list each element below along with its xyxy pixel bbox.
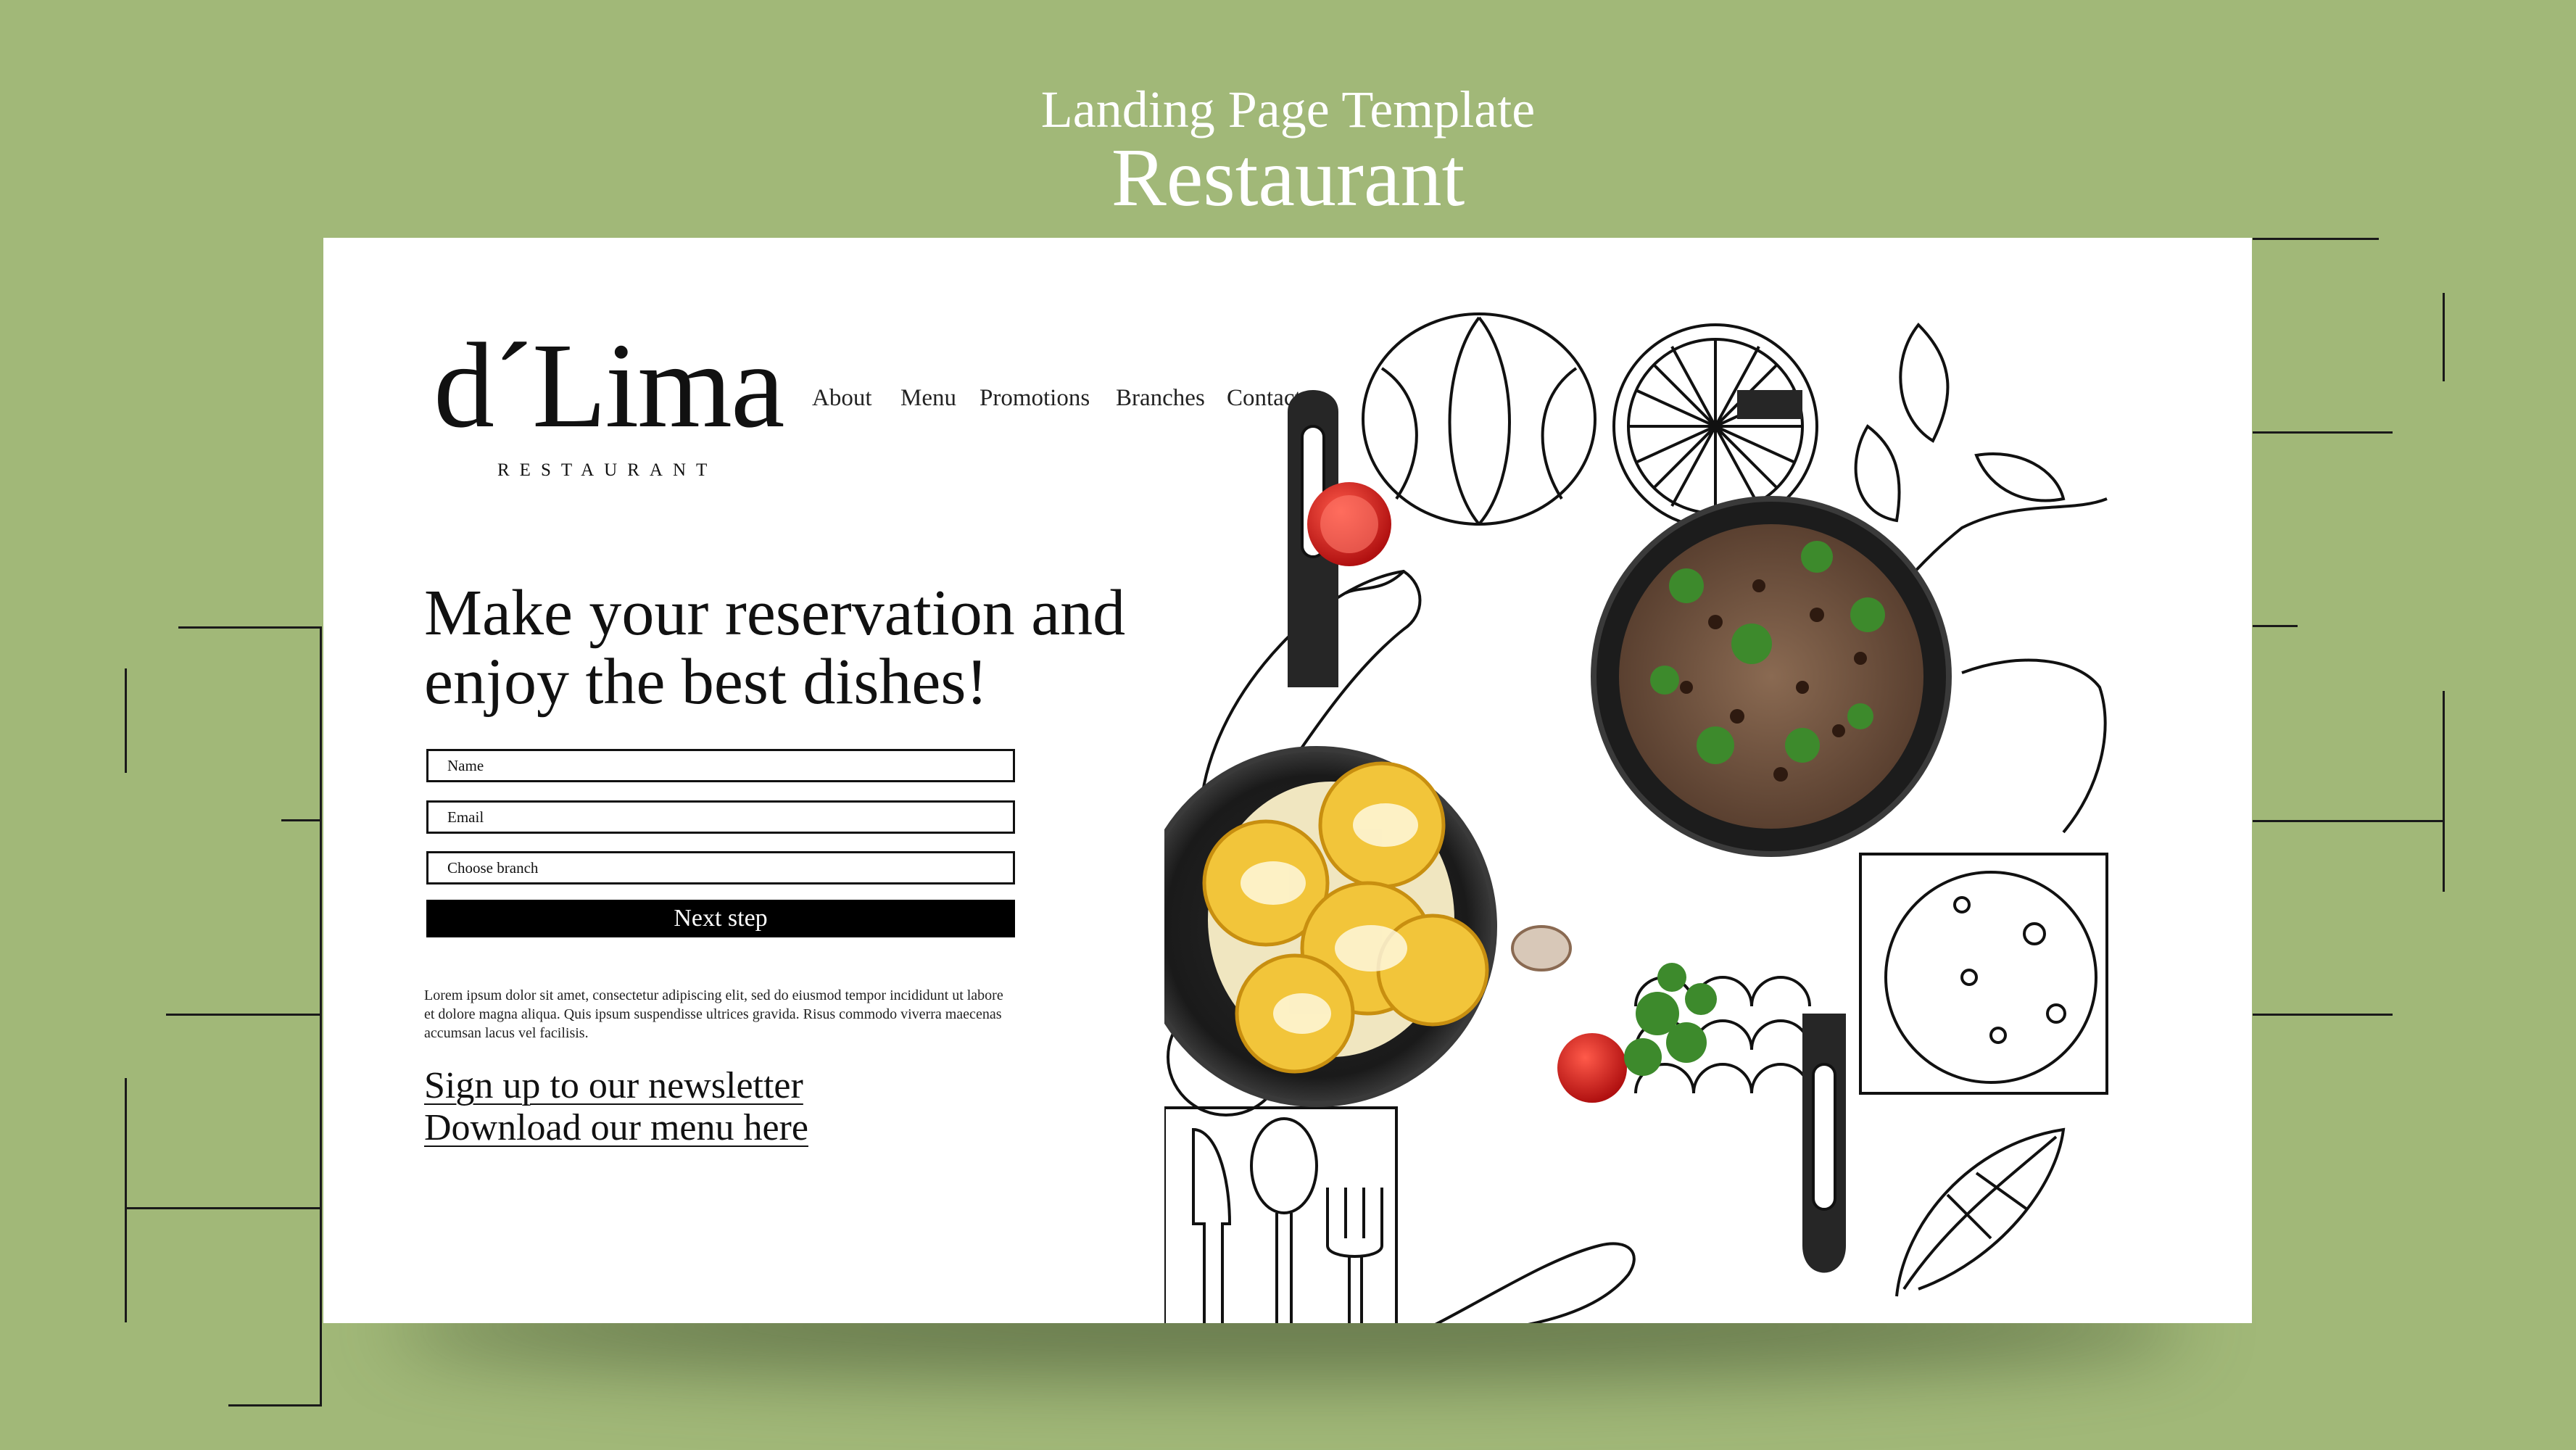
deco-line: [178, 626, 322, 629]
branch-select[interactable]: [426, 851, 1015, 884]
landing-page: d´Lima RESTAURANT About Menu Promotions …: [323, 238, 2252, 1323]
garlic-clove: [1511, 925, 1572, 972]
deco-line: [2253, 1014, 2393, 1016]
newsletter-link[interactable]: Sign up to our newsletter: [424, 1064, 803, 1107]
cherry-tomato: [1557, 1033, 1627, 1103]
menu-download-link[interactable]: Download our menu here: [424, 1106, 808, 1149]
pumpkin-icon: [1362, 312, 1596, 526]
deco-line: [125, 1207, 322, 1209]
deco-line: [2253, 820, 2445, 822]
parsley-leaf: [1624, 1038, 1662, 1076]
food-illustration: [1164, 312, 2108, 1323]
brand-logo[interactable]: d´Lima: [434, 325, 784, 447]
deco-line: [320, 626, 322, 1406]
hero-headline: Make your reservation and enjoy the best…: [424, 579, 1125, 716]
deco-line: [125, 668, 127, 773]
nav-promotions[interactable]: Promotions: [980, 385, 1090, 412]
parsley-leaf: [1666, 1022, 1707, 1063]
parsley-leaf: [1685, 983, 1717, 1015]
nav-about[interactable]: About: [812, 385, 872, 412]
fork-icon: [1326, 1188, 1383, 1323]
brand-tagline: RESTAURANT: [497, 460, 718, 480]
deco-line: [2253, 238, 2379, 240]
parsley-leaf: [1657, 963, 1686, 992]
deco-line: [2443, 293, 2445, 381]
deco-line: [125, 1078, 127, 1322]
deco-line: [228, 1404, 322, 1406]
rice-skillet: [1591, 390, 1952, 1273]
hand-icon: [1434, 1242, 1636, 1323]
nav-menu[interactable]: Menu: [900, 385, 956, 412]
next-step-button[interactable]: Next step: [426, 900, 1015, 937]
deco-line: [2253, 431, 2393, 434]
deco-line: [2443, 691, 2445, 892]
deco-line: [166, 1014, 322, 1016]
parsley-sprig: [1624, 963, 1717, 1076]
deco-line: [281, 819, 322, 821]
body-text: Lorem ipsum dolor sit amet, consectetur …: [424, 987, 1003, 1041]
deco-line: [2253, 625, 2298, 627]
knife-icon: [1192, 1127, 1232, 1323]
leaf-icon: [1895, 1127, 2066, 1297]
name-input[interactable]: [426, 749, 1015, 782]
showcase-title: Restaurant: [1111, 131, 1465, 223]
pot-icon: [1961, 658, 2107, 834]
hero-headline-line: Make your reservation and: [424, 577, 1126, 649]
showcase-subtitle: Landing Page Template: [1040, 80, 1536, 138]
pizza-icon: [1859, 853, 2108, 1095]
hero-headline-line: enjoy the best dishes!: [424, 646, 988, 718]
email-input[interactable]: [426, 800, 1015, 834]
spoon-icon: [1250, 1117, 1318, 1323]
tomato-garnish-center: [1320, 495, 1378, 553]
